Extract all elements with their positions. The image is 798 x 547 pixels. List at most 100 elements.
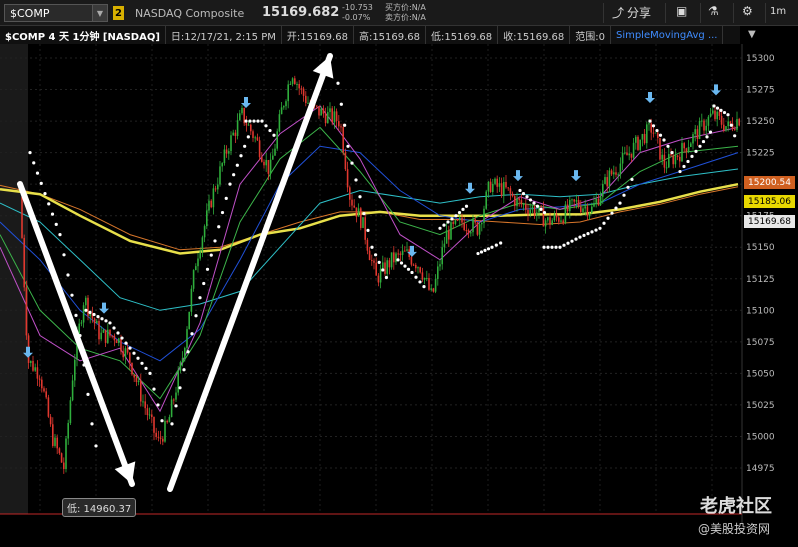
candle-body [439, 264, 441, 267]
sar-dot [190, 332, 194, 336]
candle-body [593, 202, 595, 207]
candle-body [177, 370, 179, 393]
candle-body [386, 260, 388, 274]
candle-body [613, 172, 615, 175]
candle-body [659, 137, 661, 160]
study-sma-label[interactable]: SimpleMovingAvg ... [611, 26, 724, 44]
candle-body [382, 262, 384, 269]
candle-body [536, 212, 538, 216]
candle-body [467, 230, 470, 234]
candle-body [67, 423, 69, 439]
bar-high: 高:15169.68 [354, 26, 427, 44]
sar-dot [213, 239, 217, 243]
candle-body [60, 453, 63, 463]
candle-body [399, 253, 402, 255]
sar-dot [594, 228, 598, 232]
chart-title: $COMP 4 天 1分钟 [NASDAQ] [0, 26, 166, 44]
candle-body [219, 166, 221, 185]
sar-dot [630, 177, 634, 182]
candle-body [588, 212, 591, 217]
sar-dot [39, 181, 43, 185]
candle-body [65, 438, 67, 470]
candle-body [527, 209, 529, 215]
sar-dot [243, 144, 247, 148]
change-value: -10.753 [342, 3, 373, 12]
sar-dot [726, 113, 730, 117]
candle-body [129, 352, 131, 363]
sar-dot [566, 241, 570, 245]
candle-body [111, 335, 113, 337]
sar-dot [586, 232, 590, 236]
timeframe-button[interactable]: 1m [770, 6, 786, 17]
sar-dot [678, 169, 682, 174]
divider [765, 3, 766, 23]
watermark-subtitle: @美股投资网 [698, 522, 771, 536]
chevron-down-icon[interactable]: ▼ [748, 29, 756, 40]
sar-dot [655, 128, 659, 133]
candle-body [320, 108, 322, 116]
candle-body [184, 347, 186, 358]
sar-dot [414, 275, 418, 279]
bookmark-icon[interactable]: ▣ [676, 4, 687, 18]
sar-dot [86, 392, 90, 397]
sar-dot [618, 201, 622, 205]
chevron-down-icon[interactable]: ▼ [92, 5, 107, 21]
share-button[interactable]: ⤴ 分享 [612, 4, 651, 21]
gear-icon[interactable]: ⚙ [742, 4, 753, 18]
candle-body [665, 167, 668, 169]
candle-body [632, 142, 635, 158]
sar-dot [701, 139, 706, 144]
sar-dot [682, 164, 686, 169]
candle-body [705, 125, 707, 131]
candle-body [507, 187, 509, 189]
flask-icon[interactable]: ⚗ [708, 4, 719, 18]
candle-body [168, 417, 171, 423]
candle-body [23, 237, 25, 288]
candle-body [415, 264, 417, 269]
candle-body [558, 217, 560, 222]
change-block: -10.753 -0.07% [342, 3, 373, 23]
sar-dot [112, 326, 116, 330]
candle-body [342, 127, 344, 153]
candle-body [175, 392, 177, 400]
candle-body [522, 204, 525, 206]
candle-body [663, 154, 666, 168]
price-chart[interactable]: 1530015275152501522515200151751515015125… [0, 44, 798, 547]
candle-body [151, 414, 153, 418]
candle-body [434, 279, 437, 292]
candle-body [133, 374, 135, 378]
candle-body [683, 143, 685, 149]
candle-body [661, 154, 663, 160]
sar-dot [32, 161, 36, 165]
candle-body [459, 217, 461, 221]
candle-body [166, 420, 168, 423]
candle-body [617, 174, 619, 176]
candle-body [146, 408, 149, 416]
candle-body [529, 209, 531, 215]
candle-body [595, 198, 597, 203]
candle-body [225, 149, 228, 154]
candle-body [375, 262, 377, 276]
sar-dot [252, 119, 256, 123]
link-badge[interactable]: 2 [113, 6, 124, 20]
candle-body [553, 214, 556, 221]
candle-body [120, 338, 122, 352]
candle-body [254, 137, 256, 139]
candle-body [470, 232, 472, 234]
candle-body [142, 401, 144, 403]
sar-dot [50, 212, 55, 216]
candle-body [540, 206, 542, 208]
candle-body [366, 239, 369, 251]
sar-dot [518, 188, 522, 193]
candle-body [195, 266, 197, 271]
candle-body [32, 360, 34, 371]
candle-body [63, 462, 65, 470]
sar-dot [494, 243, 498, 247]
symbol-input[interactable]: $COMP ▼ [4, 4, 108, 22]
candle-body [448, 230, 450, 240]
candle-body [107, 329, 109, 343]
sar-dot [442, 223, 446, 227]
sar-dot [366, 228, 370, 233]
candle-body [615, 172, 617, 175]
sar-dot [670, 151, 674, 155]
